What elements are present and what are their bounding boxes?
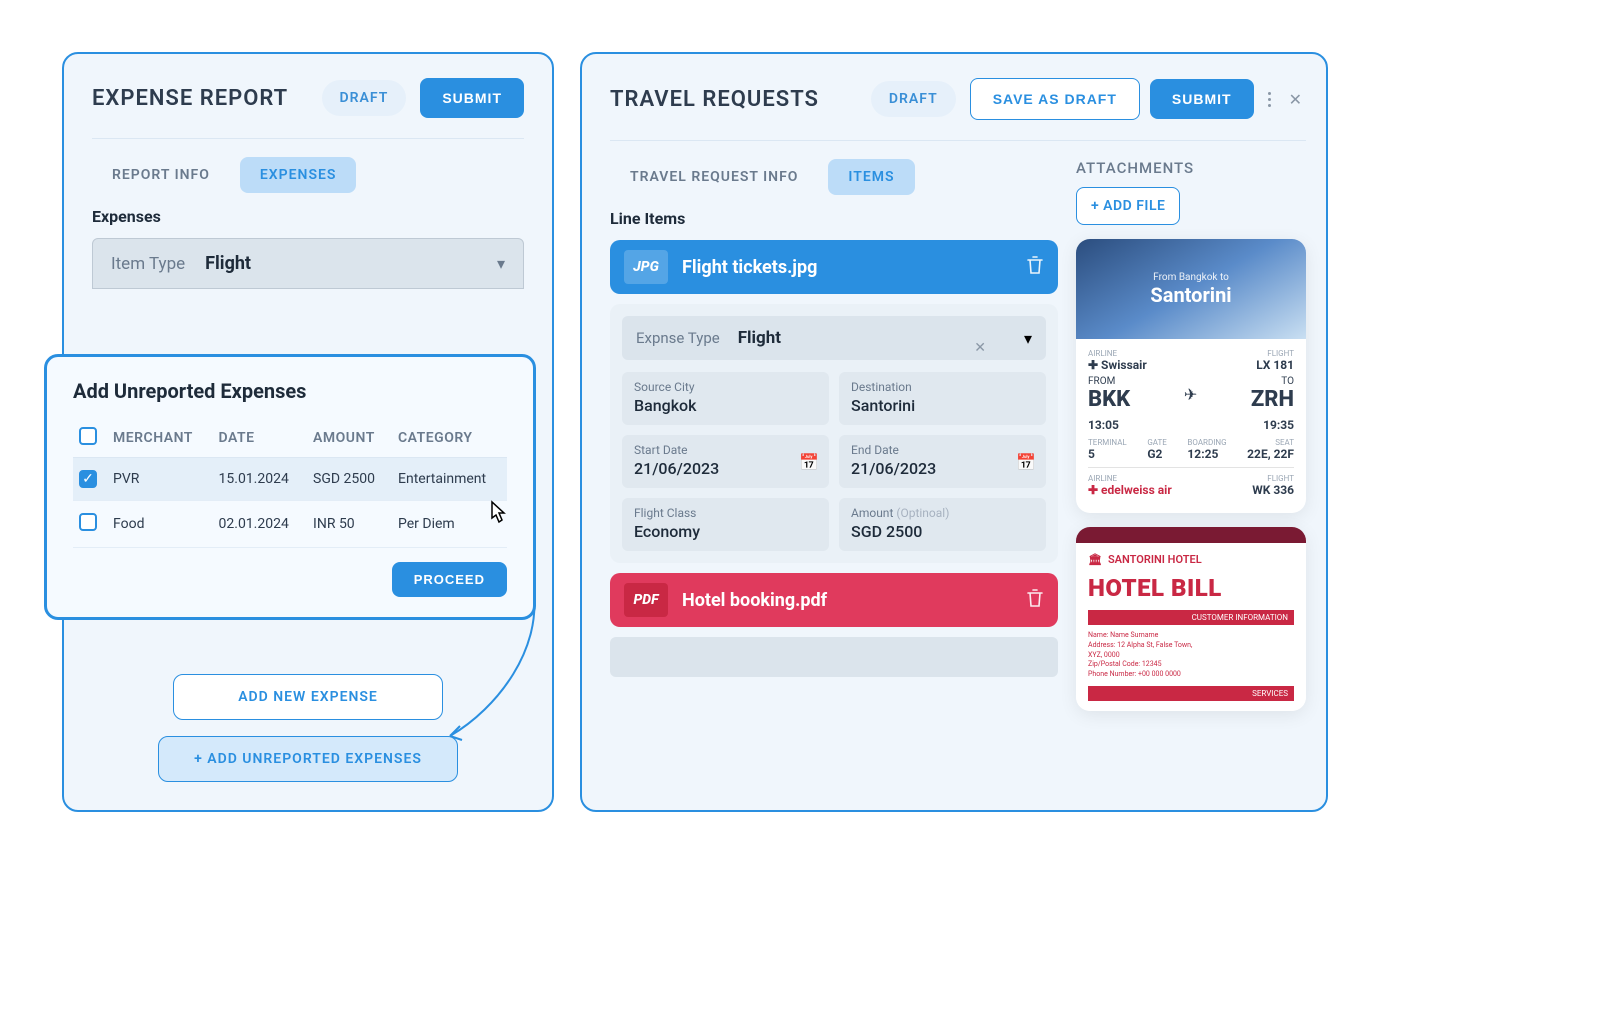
attachments-title: ATTACHMENTS	[1076, 159, 1306, 177]
cursor-pointer-icon	[484, 500, 510, 537]
expense-type-value: Flight	[738, 328, 1006, 348]
attachment-thumbnail-ticket[interactable]: From Bangkok to Santorini AIRLINE✚ Swiss…	[1076, 239, 1306, 513]
hotel-customer-info: Name: Name Surname Address: 12 Alpha St,…	[1088, 631, 1294, 680]
add-unreported-expenses-button[interactable]: + ADD UNREPORTED EXPENSES	[158, 736, 458, 782]
travel-requests-title: TRAVEL REQUESTS	[610, 87, 857, 112]
row-checkbox[interactable]	[79, 513, 97, 531]
file-name: Flight tickets.jpg	[682, 257, 1012, 278]
travel-requests-header: TRAVEL REQUESTS DRAFT SAVE AS DRAFT SUBM…	[610, 78, 1306, 141]
cell-merchant: PVR	[107, 458, 213, 501]
tab-expenses[interactable]: EXPENSES	[240, 157, 357, 193]
item-type-select[interactable]: Item Type Flight ▾	[92, 238, 524, 289]
attachment-thumbnail-hotel[interactable]: 🏛SANTORINI HOTEL HOTEL BILL CUSTOMER INF…	[1076, 527, 1306, 711]
expense-type-select[interactable]: Expnse Type Flight ✕ ▾	[622, 316, 1046, 360]
calendar-icon: 📅	[799, 452, 819, 471]
file-card-hotel-booking[interactable]: PDF Hotel booking.pdf	[610, 573, 1058, 627]
tab-report-info[interactable]: REPORT INFO	[92, 157, 230, 193]
kebab-menu-icon[interactable]	[1264, 92, 1275, 107]
cell-amount: SGD 2500	[307, 458, 392, 501]
item-type-label: Item Type	[111, 254, 185, 274]
hotel-icon: 🏛	[1088, 553, 1102, 566]
col-amount: AMOUNT	[307, 419, 392, 458]
ticket-hero: From Bangkok to Santorini	[1076, 239, 1306, 339]
line-items-label: Line Items	[610, 209, 1058, 228]
jpg-icon: JPG	[624, 250, 668, 284]
tab-items[interactable]: ITEMS	[828, 159, 914, 195]
add-new-expense-button[interactable]: ADD NEW EXPENSE	[173, 674, 443, 720]
item-type-value: Flight	[205, 253, 477, 274]
expense-report-title: EXPENSE REPORT	[92, 86, 308, 111]
destination-field[interactable]: Destination Santorini	[839, 372, 1046, 425]
table-row[interactable]: Food 02.01.2024 INR 50 Per Diem	[73, 501, 507, 548]
cell-merchant: Food	[107, 501, 213, 548]
end-date-field[interactable]: End Date 21/06/2023 📅	[839, 435, 1046, 488]
start-date-field[interactable]: Start Date 21/06/2023 📅	[622, 435, 829, 488]
section-label-expenses: Expenses	[92, 207, 524, 226]
table-row[interactable]: ✓ PVR 15.01.2024 SGD 2500 Entertainment	[73, 458, 507, 501]
file-card-flight-tickets[interactable]: JPG Flight tickets.jpg	[610, 240, 1058, 294]
trash-icon[interactable]	[1026, 588, 1044, 612]
add-unreported-expenses-modal: Add Unreported Expenses MERCHANT DATE AM…	[44, 354, 536, 620]
row-checkbox[interactable]: ✓	[79, 470, 97, 488]
tab-travel-request-info[interactable]: TRAVEL REQUEST INFO	[610, 159, 818, 195]
attachments-column: ATTACHMENTS + ADD FILE From Bangkok to S…	[1076, 159, 1306, 725]
file-name: Hotel booking.pdf	[682, 590, 1012, 611]
travel-request-tabs: TRAVEL REQUEST INFO ITEMS	[610, 159, 1058, 195]
cell-date: 02.01.2024	[213, 501, 308, 548]
expense-report-tabs: REPORT INFO EXPENSES	[92, 157, 524, 193]
source-city-field[interactable]: Source City Bangkok	[622, 372, 829, 425]
placeholder-bar	[610, 637, 1058, 677]
cell-category: Entertainment	[392, 458, 507, 501]
col-date: DATE	[213, 419, 308, 458]
flight-class-field[interactable]: Flight Class Economy	[622, 498, 829, 551]
amount-field[interactable]: Amount (Optinoal) SGD 2500	[839, 498, 1046, 551]
select-all-checkbox[interactable]	[79, 427, 97, 445]
add-file-button[interactable]: + ADD FILE	[1076, 187, 1180, 225]
pdf-icon: PDF	[624, 583, 668, 617]
calendar-icon: 📅	[1016, 452, 1036, 471]
save-as-draft-button[interactable]: SAVE AS DRAFT	[970, 78, 1140, 120]
travel-requests-panel: TRAVEL REQUESTS DRAFT SAVE AS DRAFT SUBM…	[580, 52, 1328, 812]
expense-type-label: Expnse Type	[636, 329, 720, 347]
modal-title: Add Unreported Expenses	[73, 379, 507, 403]
plane-icon: ✈	[1184, 385, 1197, 404]
chevron-down-icon: ▾	[497, 254, 505, 273]
clear-icon[interactable]: ✕	[974, 340, 986, 356]
chevron-down-icon: ▾	[1024, 329, 1032, 348]
status-badge-draft: DRAFT	[322, 80, 407, 116]
col-category: CATEGORY	[392, 419, 507, 458]
submit-button[interactable]: SUBMIT	[1150, 79, 1254, 119]
unreported-expenses-table: MERCHANT DATE AMOUNT CATEGORY ✓ PVR 15.0…	[73, 419, 507, 548]
proceed-button[interactable]: PROCEED	[392, 562, 507, 597]
status-badge-draft: DRAFT	[871, 81, 956, 117]
submit-button[interactable]: SUBMIT	[420, 78, 524, 118]
line-item-details: Expnse Type Flight ✕ ▾ Source City Bangk…	[610, 304, 1058, 563]
col-merchant: MERCHANT	[107, 419, 213, 458]
trash-icon[interactable]	[1026, 255, 1044, 279]
cell-amount: INR 50	[307, 501, 392, 548]
close-icon[interactable]: ✕	[1285, 90, 1306, 109]
cell-date: 15.01.2024	[213, 458, 308, 501]
expense-report-header: EXPENSE REPORT DRAFT SUBMIT	[92, 78, 524, 139]
